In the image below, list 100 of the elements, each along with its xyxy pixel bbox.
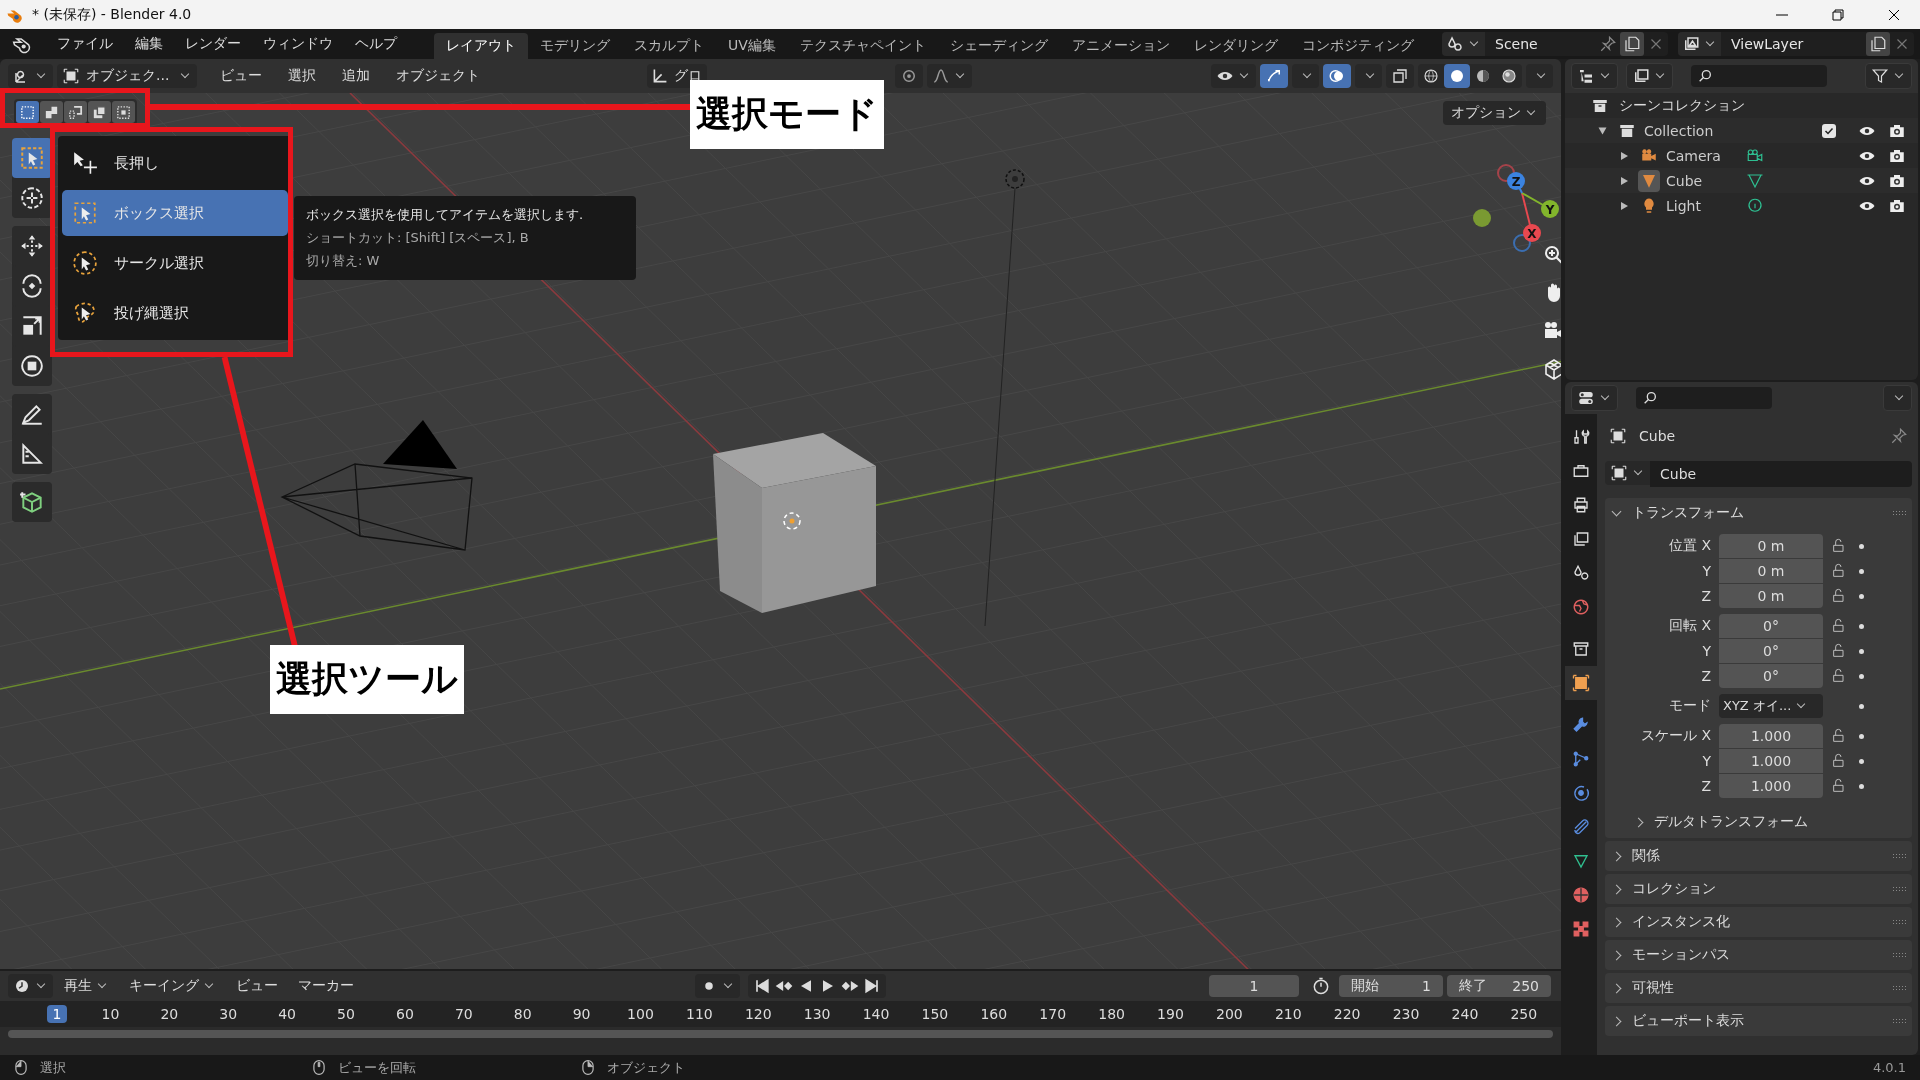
select-tool-item[interactable]: 投げ縄選択 xyxy=(62,290,288,336)
disclosure-triangle-icon[interactable] xyxy=(1621,201,1628,210)
disclosure-triangle-icon[interactable] xyxy=(1598,127,1607,134)
number-field[interactable]: 1.000 xyxy=(1719,749,1823,773)
object-label[interactable]: Cube xyxy=(1666,172,1740,189)
stopwatch-icon[interactable] xyxy=(1311,976,1331,996)
number-field[interactable]: 0 m xyxy=(1719,534,1823,558)
workspace-tab[interactable]: モデリング xyxy=(528,33,622,59)
object-name-field[interactable]: Cube xyxy=(1650,461,1912,487)
workspace-tab[interactable]: コンポジティング xyxy=(1289,33,1426,59)
gizmo-toggle[interactable] xyxy=(1260,64,1288,88)
scene-collection-label[interactable]: シーンコレクション xyxy=(1619,96,1745,115)
keyframe-dot-icon[interactable] xyxy=(1859,568,1864,574)
disclosure-triangle-icon[interactable] xyxy=(1621,176,1628,185)
number-field[interactable]: 1.000 xyxy=(1719,724,1823,748)
overlay-dropdown[interactable] xyxy=(1355,64,1382,88)
visibility-dropdown[interactable] xyxy=(1211,64,1256,88)
current-frame-field[interactable]: 1 xyxy=(1209,975,1299,997)
selection-mode-button[interactable] xyxy=(112,101,135,123)
menu-item[interactable]: レンダー xyxy=(174,35,252,53)
disclosure-triangle-icon[interactable] xyxy=(1621,151,1628,160)
number-field[interactable]: 0° xyxy=(1719,664,1823,688)
workspace-tab[interactable]: テクスチャペイント xyxy=(787,33,938,59)
number-field[interactable]: 0° xyxy=(1719,639,1823,663)
panel-title[interactable]: 関係 xyxy=(1632,847,1660,865)
keyframe-dot-icon[interactable] xyxy=(1859,673,1864,679)
editor-type-button[interactable] xyxy=(8,974,53,998)
navigation-gizmo[interactable]: X Y Z xyxy=(1462,133,1561,253)
padlock-icon[interactable] xyxy=(1831,618,1847,634)
selection-mode-button[interactable] xyxy=(88,101,111,123)
end-frame-field[interactable]: 終了 250 xyxy=(1447,975,1551,997)
padlock-icon[interactable] xyxy=(1831,588,1847,604)
panel-title[interactable]: 可視性 xyxy=(1632,979,1674,997)
scene-type-button[interactable] xyxy=(1442,32,1485,56)
grid-icon[interactable] xyxy=(1542,357,1561,381)
restore-icon[interactable] xyxy=(1830,6,1846,23)
proportional-button[interactable] xyxy=(895,64,924,88)
menu-item[interactable]: オブジェクト xyxy=(385,67,492,85)
keyframe-dot-icon[interactable] xyxy=(1859,543,1864,549)
filter-dropdown[interactable] xyxy=(1865,63,1912,89)
select-tool-item[interactable]: サークル選択 xyxy=(62,240,288,286)
tool-button[interactable] xyxy=(12,482,52,522)
number-field[interactable]: 1.000 xyxy=(1719,774,1823,798)
options-dropdown[interactable] xyxy=(1883,385,1912,411)
menu-item[interactable]: ヘルプ xyxy=(344,35,408,53)
padlock-icon[interactable] xyxy=(1831,643,1847,659)
panel-title[interactable]: インスタンス化 xyxy=(1632,913,1730,931)
properties-tab[interactable] xyxy=(1565,666,1597,700)
keyframe-dot-icon[interactable] xyxy=(1859,648,1864,654)
start-frame-field[interactable]: 開始 1 xyxy=(1339,975,1443,997)
view-layer-dropdown[interactable] xyxy=(1626,63,1673,89)
selection-mode-button[interactable] xyxy=(16,101,39,123)
keyframe-dot-icon[interactable] xyxy=(1859,593,1864,599)
workspace-tab[interactable]: アニメーション xyxy=(1059,33,1182,59)
triangle-vertices-icon[interactable] xyxy=(1746,171,1764,190)
editor-type-button[interactable] xyxy=(8,64,53,88)
menu-item[interactable]: 編集 xyxy=(124,35,174,53)
selection-mode-button[interactable] xyxy=(64,101,87,123)
menu-item[interactable]: キーイング xyxy=(120,977,225,995)
workspace-tab[interactable]: レンダリング xyxy=(1181,33,1290,59)
orientation-dropdown[interactable]: グロ xyxy=(647,64,708,88)
editor-type-button[interactable] xyxy=(1571,385,1618,411)
keyframe-dot-icon[interactable] xyxy=(1859,733,1864,739)
falloff-button[interactable] xyxy=(927,64,973,88)
shading-dropdown[interactable] xyxy=(1526,64,1553,88)
menu-item[interactable]: ビュー xyxy=(227,977,287,995)
padlock-icon[interactable] xyxy=(1831,753,1847,769)
exclude-checkbox[interactable] xyxy=(1822,123,1836,138)
padlock-icon[interactable] xyxy=(1831,538,1847,554)
menu-item[interactable]: ウィンドウ xyxy=(252,35,344,53)
workspace-tab[interactable]: UV編集 xyxy=(716,33,788,59)
overlay-toggle[interactable] xyxy=(1323,64,1351,88)
menu-item[interactable]: 再生 xyxy=(55,977,118,995)
options-dropdown[interactable]: オプション xyxy=(1443,101,1546,125)
menu-item[interactable]: 追加 xyxy=(331,67,382,85)
padlock-icon[interactable] xyxy=(1831,668,1847,684)
object-label[interactable]: Light xyxy=(1666,197,1740,214)
keyframe-dot-icon[interactable] xyxy=(1859,703,1864,709)
shading-button[interactable] xyxy=(1444,64,1470,88)
number-field[interactable]: 0° xyxy=(1719,614,1823,638)
keyframe-dot-icon[interactable] xyxy=(1859,623,1864,629)
workspace-tab[interactable]: レイアウト xyxy=(434,33,528,59)
panel-title[interactable]: モーションパス xyxy=(1632,946,1730,964)
object-type-dropdown[interactable] xyxy=(1605,461,1650,485)
mode-dropdown[interactable]: オブジェク... xyxy=(57,64,198,88)
padlock-icon[interactable] xyxy=(1831,728,1847,744)
view-layer-button[interactable] xyxy=(1678,32,1721,56)
menu-item[interactable]: ファイル xyxy=(46,35,124,53)
rotation-mode-dropdown[interactable]: XYZ オイ... xyxy=(1719,694,1823,718)
record-button[interactable] xyxy=(695,974,740,998)
number-field[interactable]: 0 m xyxy=(1719,584,1823,608)
object-label[interactable]: Camera xyxy=(1666,147,1740,164)
xray-toggle[interactable] xyxy=(1386,64,1414,88)
workspace-tab[interactable]: スカルプト xyxy=(622,33,716,59)
search-field[interactable] xyxy=(1691,65,1827,87)
padlock-icon[interactable] xyxy=(1831,563,1847,579)
collection-label[interactable]: Collection xyxy=(1644,122,1718,139)
display-mode-dropdown[interactable] xyxy=(1571,63,1618,89)
keyframe-dot-icon[interactable] xyxy=(1859,783,1864,789)
subpanel-title[interactable]: デルタトランスフォーム xyxy=(1654,813,1808,831)
